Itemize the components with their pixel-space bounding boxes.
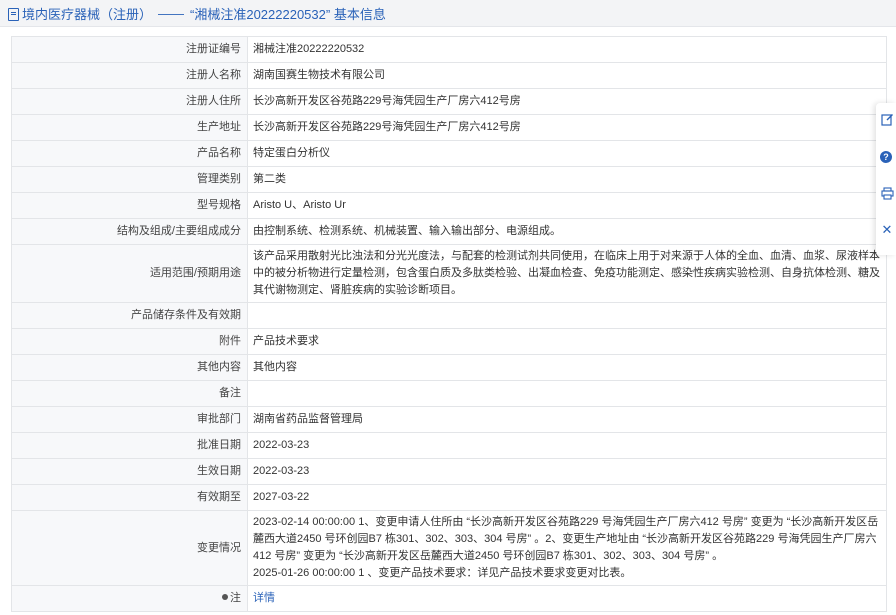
row-label: 产品储存条件及有效期 — [11, 302, 248, 329]
row-label: 备注 — [11, 380, 248, 407]
row-label: 其他内容 — [11, 354, 248, 381]
row-value: Aristo U、Aristo Ur — [247, 192, 887, 219]
row-label: 注册人名称 — [11, 62, 248, 89]
table-row: 型号规格 Aristo U、Aristo Ur — [11, 192, 887, 219]
row-label: 注册人住所 — [11, 88, 248, 115]
table-row: 生产地址 长沙高新开发区谷苑路229号海凭园生产厂房六412号房 — [11, 114, 887, 141]
table-row: 适用范围/预期用途 该产品采用散射光比浊法和分光光度法，与配套的检测试剂共同使用… — [11, 244, 887, 303]
row-value: 该产品采用散射光比浊法和分光光度法，与配套的检测试剂共同使用，在临床上用于对来源… — [247, 244, 887, 303]
table-row: 审批部门 湖南省药品监督管理局 — [11, 406, 887, 433]
side-toolbar: ? ✕ — [876, 103, 896, 255]
breadcrumb-separator: —— — [158, 5, 185, 21]
row-value: 其他内容 — [247, 354, 887, 381]
row-value: 2027-03-22 — [247, 484, 887, 511]
row-value: 湖南省药品监督管理局 — [247, 406, 887, 433]
row-label: 有效期至 — [11, 484, 248, 511]
row-value: 长沙高新开发区谷苑路229号海凭园生产厂房六412号房 — [247, 88, 887, 115]
table-row: 其他内容 其他内容 — [11, 354, 887, 381]
row-value: 湘械注准20222220532 — [247, 36, 887, 63]
row-value: 湖南国赛生物技术有限公司 — [247, 62, 887, 89]
lightbulb-icon — [222, 594, 228, 600]
row-label: 生产地址 — [11, 114, 248, 141]
document-icon — [8, 7, 19, 21]
row-label: 生效日期 — [11, 458, 248, 485]
note-value: 详情 — [247, 585, 887, 612]
row-value — [247, 380, 887, 407]
row-label: 结构及组成/主要组成成分 — [11, 218, 248, 245]
row-label: 产品名称 — [11, 140, 248, 167]
row-value: 2022-03-23 — [247, 458, 887, 485]
table-row: 管理类别 第二类 — [11, 166, 887, 193]
table-row: 批准日期 2022-03-23 — [11, 432, 887, 459]
table-row: 注册人住所 长沙高新开发区谷苑路229号海凭园生产厂房六412号房 — [11, 88, 887, 115]
table-row: 注册人名称 湖南国赛生物技术有限公司 — [11, 62, 887, 89]
edit-icon[interactable] — [880, 113, 894, 127]
row-label: 管理类别 — [11, 166, 248, 193]
table-row: 注 详情 — [11, 585, 887, 612]
row-label: 批准日期 — [11, 432, 248, 459]
page-header: 境内医疗器械（注册） —— “湘械注准20222220532” 基本信息 — [0, 0, 896, 27]
changes-value: 2023-02-14 00:00:00 1、变更申请人住所由 “长沙高新开发区谷… — [247, 510, 887, 586]
table-row: 附件 产品技术要求 — [11, 328, 887, 355]
row-label: 注册证编号 — [11, 36, 248, 63]
row-value — [247, 302, 887, 329]
help-icon[interactable]: ? — [880, 151, 894, 165]
row-value: 特定蛋白分析仪 — [247, 140, 887, 167]
row-value: 2022-03-23 — [247, 432, 887, 459]
table-row: 有效期至 2027-03-22 — [11, 484, 887, 511]
row-value: 第二类 — [247, 166, 887, 193]
change-entry: 2023-02-14 00:00:00 1、变更申请人住所由 “长沙高新开发区谷… — [253, 516, 879, 562]
breadcrumb[interactable]: 境内医疗器械（注册） — [22, 4, 152, 23]
table-row: 产品储存条件及有效期 — [11, 302, 887, 329]
page-title: “湘械注准20222220532” 基本信息 — [190, 6, 386, 22]
row-label: 型号规格 — [11, 192, 248, 219]
print-icon[interactable] — [880, 187, 894, 201]
row-value: 长沙高新开发区谷苑路229号海凭园生产厂房六412号房 — [247, 114, 887, 141]
row-label: 附件 — [11, 328, 248, 355]
table-row: 结构及组成/主要组成成分 由控制系统、检测系统、机械装置、输入输出部分、电源组成… — [11, 218, 887, 245]
row-label: 适用范围/预期用途 — [11, 244, 248, 303]
row-value: 由控制系统、检测系统、机械装置、输入输出部分、电源组成。 — [247, 218, 887, 245]
table-row: 注册证编号 湘械注准20222220532 — [11, 36, 887, 63]
note-label-cell: 注 — [11, 585, 248, 612]
table-row: 备注 — [11, 380, 887, 407]
table-row: 产品名称 特定蛋白分析仪 — [11, 140, 887, 167]
row-value: 产品技术要求 — [247, 328, 887, 355]
table-row: 生效日期 2022-03-23 — [11, 458, 887, 485]
row-label: 审批部门 — [11, 406, 248, 433]
close-icon[interactable]: ✕ — [880, 223, 894, 237]
note-label: 注 — [230, 592, 241, 604]
details-link[interactable]: 详情 — [253, 592, 275, 604]
table-row: 变更情况 2023-02-14 00:00:00 1、变更申请人住所由 “长沙高… — [11, 510, 887, 586]
change-entry: 2025-01-26 00:00:00 1 、变更产品技术要求：详见产品技术要求… — [253, 567, 632, 579]
changes-label: 变更情况 — [11, 510, 248, 586]
info-table: 注册证编号 湘械注准20222220532 注册人名称 湖南国赛生物技术有限公司… — [11, 36, 887, 612]
